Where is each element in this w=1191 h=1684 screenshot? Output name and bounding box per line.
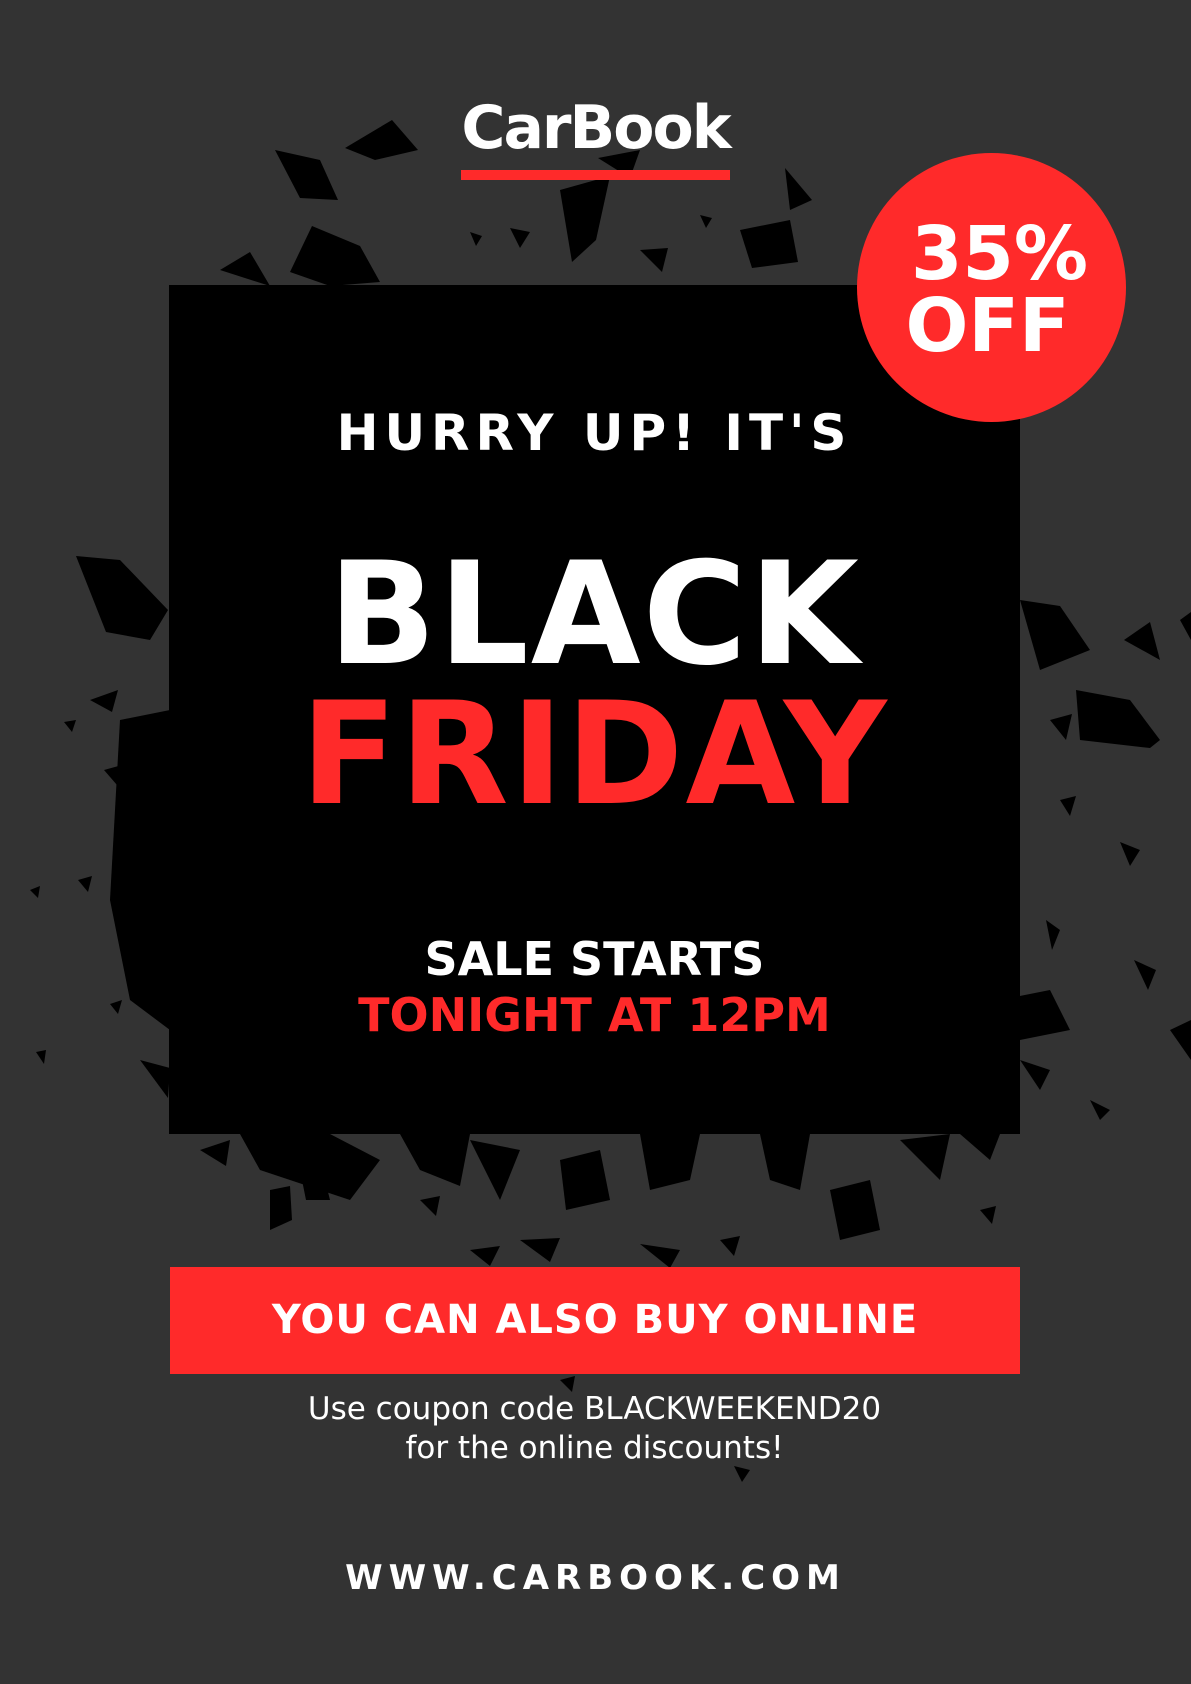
- headline-black: BLACK: [328, 532, 861, 697]
- coupon-text: Use coupon code BLACKWEEKEND20 for the o…: [169, 1390, 1020, 1468]
- poster: CarBook HURRY UP! IT'S BLACK FRIDAY SALE…: [0, 0, 1191, 1684]
- coupon-line-1: Use coupon code BLACKWEEKEND20: [307, 1391, 882, 1427]
- brand-logo-text: CarBook: [461, 92, 732, 180]
- headline-friday: FRIDAY: [300, 672, 889, 837]
- headline-intro: HURRY UP! IT'S: [336, 404, 853, 462]
- buy-online-banner: YOU CAN ALSO BUY ONLINE: [170, 1267, 1020, 1374]
- sale-time-text: TONIGHT AT 12PM: [358, 988, 831, 1042]
- discount-percent: 35%: [910, 211, 1089, 297]
- coupon-line-2: for the online discounts!: [405, 1430, 784, 1466]
- discount-badge: 35% OFF: [857, 153, 1126, 422]
- discount-off-label: OFF: [905, 283, 1070, 369]
- website-url: WWW.CARBOOK.COM: [345, 1558, 846, 1598]
- sale-starts-text: SALE STARTS: [424, 932, 765, 986]
